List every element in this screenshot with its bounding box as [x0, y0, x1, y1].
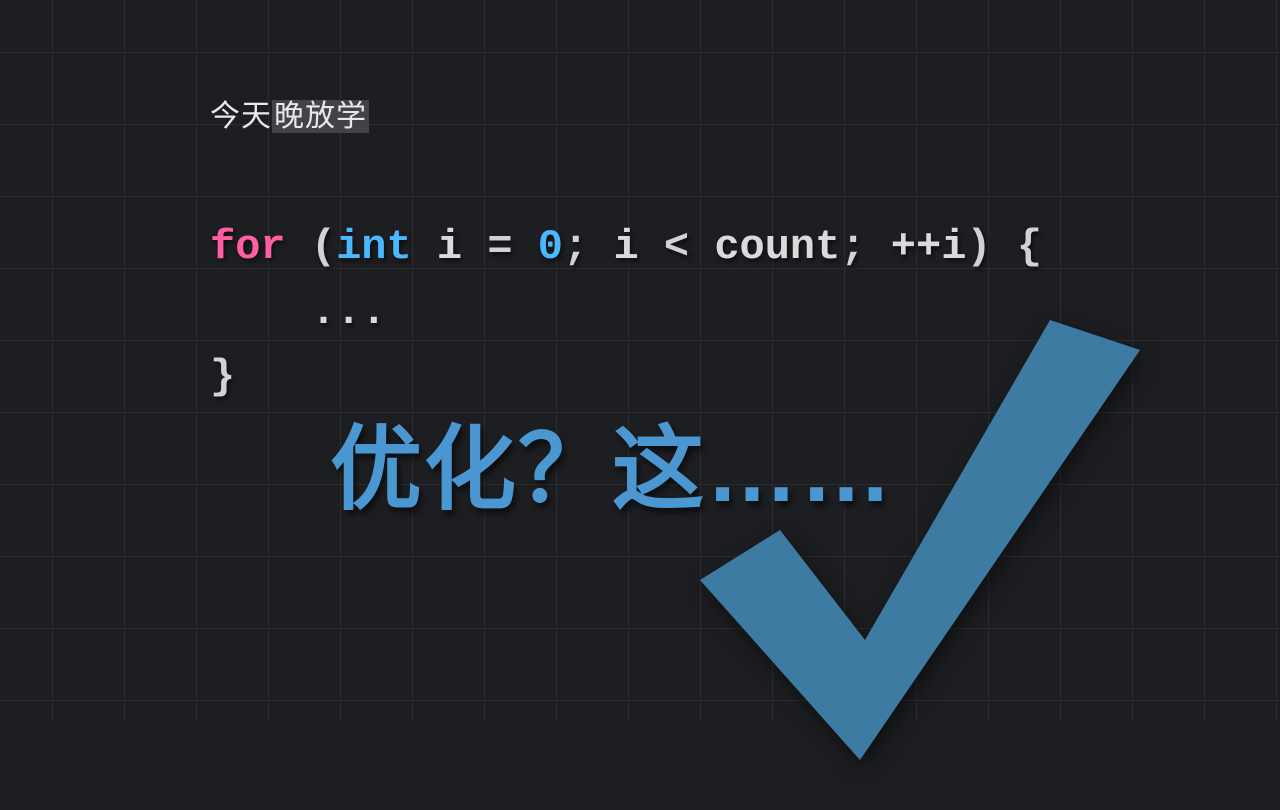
code-space	[286, 223, 311, 271]
code-space	[513, 223, 538, 271]
code-inc: ++i	[891, 223, 967, 271]
code-space	[689, 223, 714, 271]
headline: 优化？这……	[330, 395, 894, 528]
code-space	[866, 223, 891, 271]
code-semi: ;	[840, 223, 865, 271]
code-keyword-for: for	[210, 223, 286, 271]
caption-plain: 今天	[210, 100, 272, 133]
code-var: i	[437, 223, 462, 271]
code-type-int: int	[336, 223, 412, 271]
code-paren-open: (	[311, 223, 336, 271]
code-space	[412, 223, 437, 271]
code-num: 0	[538, 223, 563, 271]
code-space	[462, 223, 487, 271]
code-brace-close: }	[210, 353, 235, 401]
code-brace-open: {	[1017, 223, 1042, 271]
code-indent	[210, 288, 311, 336]
code-var: count	[714, 223, 840, 271]
code-body: ...	[311, 288, 387, 336]
code-var: i	[613, 223, 638, 271]
caption-highlight: 晚放学	[272, 100, 369, 133]
code-space	[588, 223, 613, 271]
code-space	[639, 223, 664, 271]
code-space	[992, 223, 1017, 271]
caption: 今天晚放学	[210, 100, 369, 133]
code-eq: =	[487, 223, 512, 271]
code-paren-close: )	[966, 223, 991, 271]
code-lt: <	[664, 223, 689, 271]
code-block: for (int i = 0; i < count; ++i) { ... }	[210, 215, 1042, 410]
code-semi: ;	[563, 223, 588, 271]
